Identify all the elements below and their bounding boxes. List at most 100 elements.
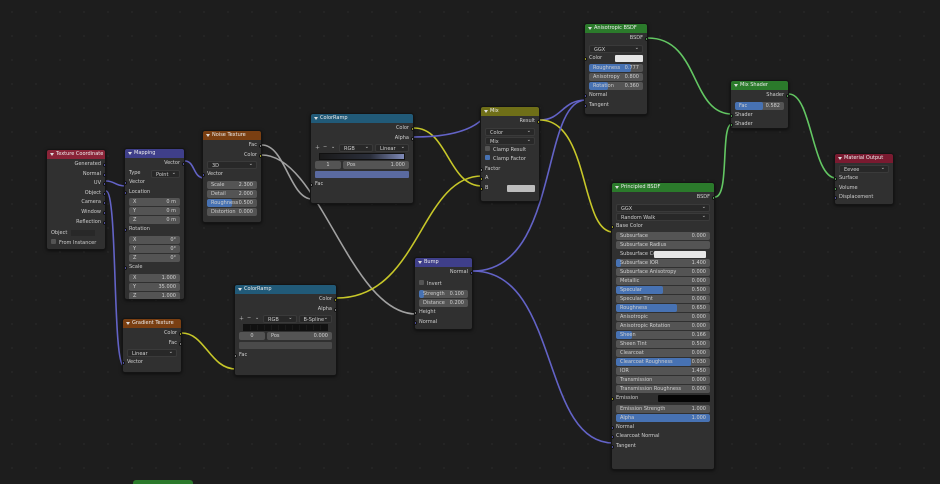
bump-node[interactable]: Bump Normal Invert Strength 0.100 Distanc… <box>414 257 473 330</box>
object-picker[interactable]: Object <box>47 229 105 239</box>
principled-field[interactable]: Sheen 0.166 <box>616 331 710 340</box>
socket[interactable] <box>481 167 483 172</box>
principled-field[interactable]: Clearcoat Roughness 0.030 <box>616 358 710 367</box>
type-dropdown[interactable]: Point <box>151 169 180 178</box>
color-mode-dropdown[interactable]: RGB <box>263 314 297 324</box>
socket[interactable] <box>259 153 261 158</box>
socket[interactable] <box>125 190 127 195</box>
node-header[interactable]: ColorRamp <box>235 285 336 294</box>
node-header[interactable]: Bump <box>415 258 472 267</box>
principled-field[interactable]: Subsurface Radius <box>616 241 710 250</box>
socket[interactable] <box>481 186 483 191</box>
socket[interactable] <box>123 361 125 366</box>
dimensions-dropdown[interactable]: 3D <box>207 160 257 170</box>
emission-strength-field[interactable]: Emission Strength 1.000 <box>616 404 710 413</box>
distance-field[interactable]: Distance 0.200 <box>419 299 468 308</box>
socket[interactable] <box>125 228 127 233</box>
remove-stop-icon[interactable]: − <box>323 144 329 152</box>
socket[interactable] <box>125 265 127 270</box>
interpolation-dropdown[interactable]: Linear <box>375 143 409 153</box>
socket[interactable] <box>470 271 472 275</box>
stop-color-swatch[interactable] <box>239 342 332 350</box>
socket[interactable] <box>182 162 184 166</box>
socket[interactable] <box>585 56 587 61</box>
socket[interactable] <box>103 201 105 206</box>
principled-field[interactable]: Metallic 0.000 <box>616 277 710 286</box>
socket[interactable] <box>125 181 127 186</box>
node-header[interactable]: Mapping <box>125 149 184 158</box>
distortion-field[interactable]: Distortion 0.000 <box>207 207 257 216</box>
node-header[interactable]: Material Output <box>835 154 893 163</box>
ramp-gradient[interactable] <box>243 324 328 332</box>
socket[interactable] <box>103 163 105 167</box>
b-color-swatch[interactable] <box>507 184 535 192</box>
material-output-node[interactable]: Material Output Eevee Surface Volume Dis… <box>834 153 894 205</box>
scale-field[interactable]: Scale 2.300 <box>207 180 257 189</box>
principled-bsdf-node[interactable]: Principled BSDF BSDF GGX Random Walk Bas… <box>611 182 715 470</box>
ramp-gradient[interactable] <box>319 153 405 161</box>
clamp-factor-row[interactable]: Clamp Factor <box>481 155 539 165</box>
principled-field[interactable]: Specular 0.500 <box>616 286 710 295</box>
socket[interactable] <box>179 332 181 336</box>
clamp-factor-checkbox[interactable] <box>485 155 490 161</box>
stop-index[interactable]: 1 <box>315 161 341 170</box>
clamp-result-checkbox[interactable] <box>485 145 490 151</box>
detail-field[interactable]: Detail 2.000 <box>207 189 257 198</box>
principled-field[interactable]: Clearcoat 0.000 <box>616 349 710 358</box>
socket[interactable] <box>415 320 417 325</box>
socket[interactable] <box>835 196 837 201</box>
emission-swatch[interactable] <box>658 395 710 403</box>
gradient-type-dropdown[interactable]: Linear <box>127 348 177 358</box>
socket[interactable] <box>411 127 413 131</box>
stop-position[interactable]: Pos 1.000 <box>343 161 409 170</box>
node-header[interactable]: Anisotropic BSDF <box>585 24 647 33</box>
location-y[interactable]: Y0 m <box>129 207 180 216</box>
principled-field[interactable]: Transmission Roughness 0.000 <box>616 385 710 394</box>
data-type-dropdown[interactable]: Color <box>485 127 535 136</box>
socket[interactable] <box>103 210 105 215</box>
socket[interactable] <box>103 191 105 196</box>
stop-color-swatch[interactable] <box>315 171 409 179</box>
from-instancer-checkbox[interactable] <box>51 238 56 244</box>
socket[interactable] <box>612 435 614 440</box>
node-header[interactable]: Mix <box>481 107 539 116</box>
rotation-y[interactable]: Y 0° <box>129 244 180 253</box>
noise-texture-node[interactable]: Noise Texture Fac Color 3D Vector Scale2… <box>202 130 262 223</box>
principled-field[interactable]: Subsurface Anisotropy 0.000 <box>616 268 710 277</box>
principled-field[interactable]: Specular Tint 0.000 <box>616 295 710 304</box>
subsurface-method-dropdown[interactable]: Random Walk <box>616 212 710 221</box>
node-header[interactable]: Principled BSDF <box>612 183 714 192</box>
rotation-x[interactable]: X 0° <box>129 235 180 244</box>
socket[interactable] <box>259 144 261 148</box>
principled-field[interactable]: Anisotropic Rotation 0.000 <box>616 322 710 331</box>
location-z[interactable]: Z0 m <box>129 216 180 225</box>
texture-coordinate-node[interactable]: Texture Coordinate Generated Normal UV O… <box>46 149 106 250</box>
principled-field[interactable]: Subsurface Color <box>616 250 710 259</box>
anisotropy-field[interactable]: Anisotropy 0.800 <box>589 73 643 82</box>
scale-y[interactable]: Y 35.000 <box>129 282 180 291</box>
node-header[interactable]: Gradient Texture <box>123 319 181 328</box>
color-swatch[interactable] <box>654 251 706 259</box>
socket[interactable] <box>235 354 237 359</box>
principled-field[interactable]: Roughness 0.650 <box>616 304 710 313</box>
anisotropic-bsdf-node[interactable]: Anisotropic BSDF BSDF GGX Color Roughnes… <box>584 23 648 115</box>
socket[interactable] <box>612 397 614 402</box>
node-header[interactable]: Mix Shader <box>731 81 788 90</box>
socket[interactable] <box>712 196 714 200</box>
color-ramp-node-2[interactable]: ColorRamp Color Alpha ＋ − ⌄ RGB B-Spline… <box>234 284 337 376</box>
mapping-node[interactable]: Mapping Vector TypePoint Vector Location… <box>124 148 185 300</box>
node-header[interactable]: ColorRamp <box>311 114 413 123</box>
socket[interactable] <box>481 177 483 182</box>
socket[interactable] <box>103 182 105 187</box>
distribution-dropdown[interactable]: GGX <box>589 44 643 53</box>
strength-field[interactable]: Strength 0.100 <box>419 290 468 299</box>
scale-x[interactable]: X 1.000 <box>129 273 180 282</box>
from-instancer-row[interactable]: From Instancer <box>47 238 105 249</box>
menu-chevron-icon[interactable]: ⌄ <box>255 315 261 323</box>
clamp-result-row[interactable]: Clamp Result <box>481 145 539 156</box>
socket[interactable] <box>645 37 647 41</box>
color-mode-dropdown[interactable]: RGB <box>339 143 373 153</box>
principled-field[interactable]: IOR 1.450 <box>616 367 710 376</box>
principled-field[interactable]: Sheen Tint 0.500 <box>616 340 710 349</box>
location-x[interactable]: X0 m <box>129 198 180 207</box>
